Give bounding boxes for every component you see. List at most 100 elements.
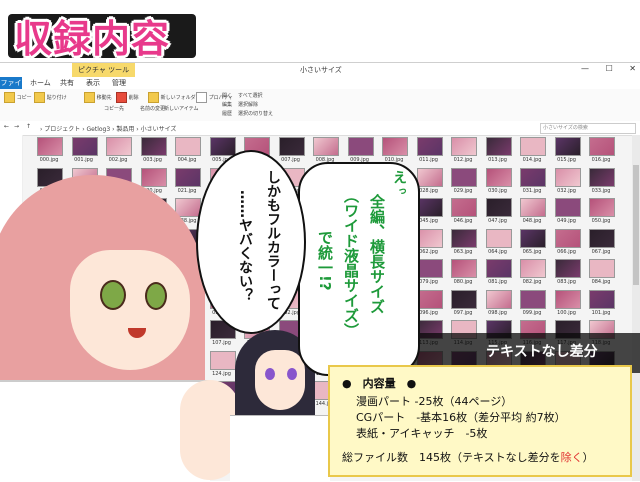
file-thumbnail[interactable] [106, 137, 132, 156]
file-thumbnail[interactable] [554, 259, 581, 278]
file-name-label: 083.jpg [557, 279, 576, 285]
vertical-scrollbar[interactable] [632, 135, 640, 481]
file-thumbnail[interactable] [140, 167, 167, 187]
file-thumbnail[interactable] [589, 228, 615, 248]
new-folder-button[interactable]: 新しいフォルダー [148, 92, 201, 103]
select-all-button[interactable]: すべて選択 [238, 92, 262, 99]
file-thumbnail[interactable] [382, 137, 408, 156]
minimize-icon[interactable]: — [581, 64, 589, 73]
close-icon[interactable]: ✕ [629, 64, 636, 73]
forward-arrow-icon[interactable]: → [14, 123, 19, 130]
file-thumbnail[interactable] [554, 198, 581, 217]
file-thumbnail[interactable] [71, 137, 98, 156]
file-thumbnail[interactable] [520, 198, 546, 217]
tab-manage[interactable]: 管理 [112, 78, 126, 88]
file-thumbnail[interactable] [416, 167, 443, 187]
file-thumbnail[interactable] [416, 228, 443, 248]
file-thumbnail[interactable] [313, 137, 339, 156]
file-thumbnail[interactable] [589, 289, 615, 309]
file-thumbnail[interactable] [451, 137, 477, 156]
search-input[interactable]: 小さいサイズの検索 [540, 123, 636, 134]
file-thumbnail[interactable] [451, 228, 477, 248]
file-name-label: 032.jpg [557, 187, 576, 194]
rename-button[interactable]: 名前の変更 [140, 105, 165, 112]
file-thumbnail[interactable] [554, 228, 581, 248]
up-arrow-icon[interactable]: ↑ [26, 123, 31, 130]
file-thumbnail[interactable] [209, 350, 236, 370]
file-thumbnail[interactable] [554, 167, 581, 187]
tab-view[interactable]: 表示 [86, 78, 100, 88]
file-thumbnail[interactable] [451, 198, 477, 217]
context-tab-picture-tools[interactable]: ピクチャ ツール [72, 63, 136, 77]
file-name-label: 031.jpg [522, 187, 542, 194]
file-thumbnail[interactable] [485, 228, 512, 248]
file-thumbnail[interactable] [451, 289, 477, 309]
history-button[interactable]: 履歴 [222, 110, 232, 117]
file-thumbnail[interactable] [451, 167, 477, 187]
file-name-label: 047.jpg [488, 218, 507, 224]
select-none-button[interactable]: 選択解除 [238, 101, 258, 108]
ribbon-toolbar: コピー 貼り付け 移動先 コピー先 削除 名前の変更 新しいフォルダー 新しいア… [0, 89, 640, 122]
file-thumbnail[interactable] [554, 137, 581, 156]
copy-icon [4, 92, 15, 103]
breadcrumb[interactable]: › プロジェクト › Getlog3 › 製品用 › 小さいサイズ [40, 124, 176, 133]
tab-share[interactable]: 共有 [60, 78, 74, 88]
delete-button[interactable]: 削除 [116, 92, 139, 103]
file-thumbnail[interactable] [278, 137, 305, 156]
open-button[interactable]: 開く [222, 92, 232, 99]
delete-icon [116, 92, 127, 103]
file-thumbnail[interactable] [416, 137, 443, 156]
file-thumbnail[interactable] [554, 289, 581, 309]
file-thumbnail[interactable] [485, 198, 512, 217]
paste-button[interactable]: 貼り付け [34, 92, 67, 103]
info-total: 総ファイル数 145枚（テキストなし差分を除く） [342, 451, 594, 464]
address-bar[interactable]: ← → ↑ › プロジェクト › Getlog3 › 製品用 › 小さいサイズ … [0, 121, 640, 136]
tab-file[interactable]: ファイル [0, 77, 22, 99]
file-thumbnail[interactable] [589, 137, 615, 156]
bubble-right-line-3: 全編、横長サイズ [368, 194, 386, 314]
scrollbar-thumb[interactable] [633, 165, 639, 285]
file-thumbnail[interactable] [589, 259, 615, 278]
maximize-icon[interactable]: ☐ [606, 64, 613, 73]
edit-button[interactable]: 編集 [222, 101, 232, 108]
new-folder-icon [148, 92, 159, 103]
file-thumbnail[interactable] [520, 289, 546, 309]
file-thumbnail[interactable] [520, 167, 546, 187]
invert-selection-button[interactable]: 選択の切り替え [238, 110, 273, 117]
properties-icon [196, 92, 207, 103]
file-name-label: 002.jpg [108, 157, 128, 163]
file-name-label: 000.jpg [39, 157, 59, 163]
file-thumbnail[interactable] [589, 167, 615, 187]
character-dark-eye-right [287, 368, 297, 380]
file-name-label: 021.jpg [177, 187, 197, 194]
file-thumbnail[interactable] [37, 137, 63, 156]
file-thumbnail[interactable] [520, 228, 546, 248]
file-name-label: 003.jpg [143, 157, 162, 163]
file-thumbnail[interactable] [589, 198, 615, 217]
copy-button[interactable]: コピー [4, 92, 32, 103]
file-thumbnail[interactable] [175, 167, 201, 187]
tab-home[interactable]: ホーム [30, 78, 51, 88]
file-thumbnail[interactable] [416, 259, 443, 278]
file-thumbnail[interactable] [520, 259, 546, 278]
file-thumbnail[interactable] [175, 198, 201, 217]
file-name-label: 081.jpg [488, 279, 507, 285]
file-thumbnail[interactable] [485, 259, 512, 278]
file-thumbnail[interactable] [140, 137, 167, 156]
file-name-label: 100.jpg [557, 309, 576, 316]
file-thumbnail[interactable] [416, 289, 443, 309]
file-thumbnail[interactable] [485, 137, 512, 156]
back-arrow-icon[interactable]: ← [4, 123, 9, 130]
file-thumbnail[interactable] [347, 137, 374, 156]
new-item-button[interactable]: 新しいアイテム [164, 105, 199, 112]
move-to-button[interactable]: 移動先 [84, 92, 112, 103]
file-thumbnail[interactable] [209, 137, 236, 156]
file-thumbnail[interactable] [485, 167, 512, 187]
file-thumbnail[interactable] [485, 289, 512, 309]
file-name-label: 063.jpg [453, 248, 473, 255]
file-thumbnail[interactable] [520, 137, 546, 156]
file-thumbnail[interactable] [175, 137, 201, 156]
file-thumbnail[interactable] [451, 259, 477, 278]
copy-to-button[interactable]: コピー先 [104, 105, 124, 112]
file-thumbnail[interactable] [416, 198, 443, 217]
